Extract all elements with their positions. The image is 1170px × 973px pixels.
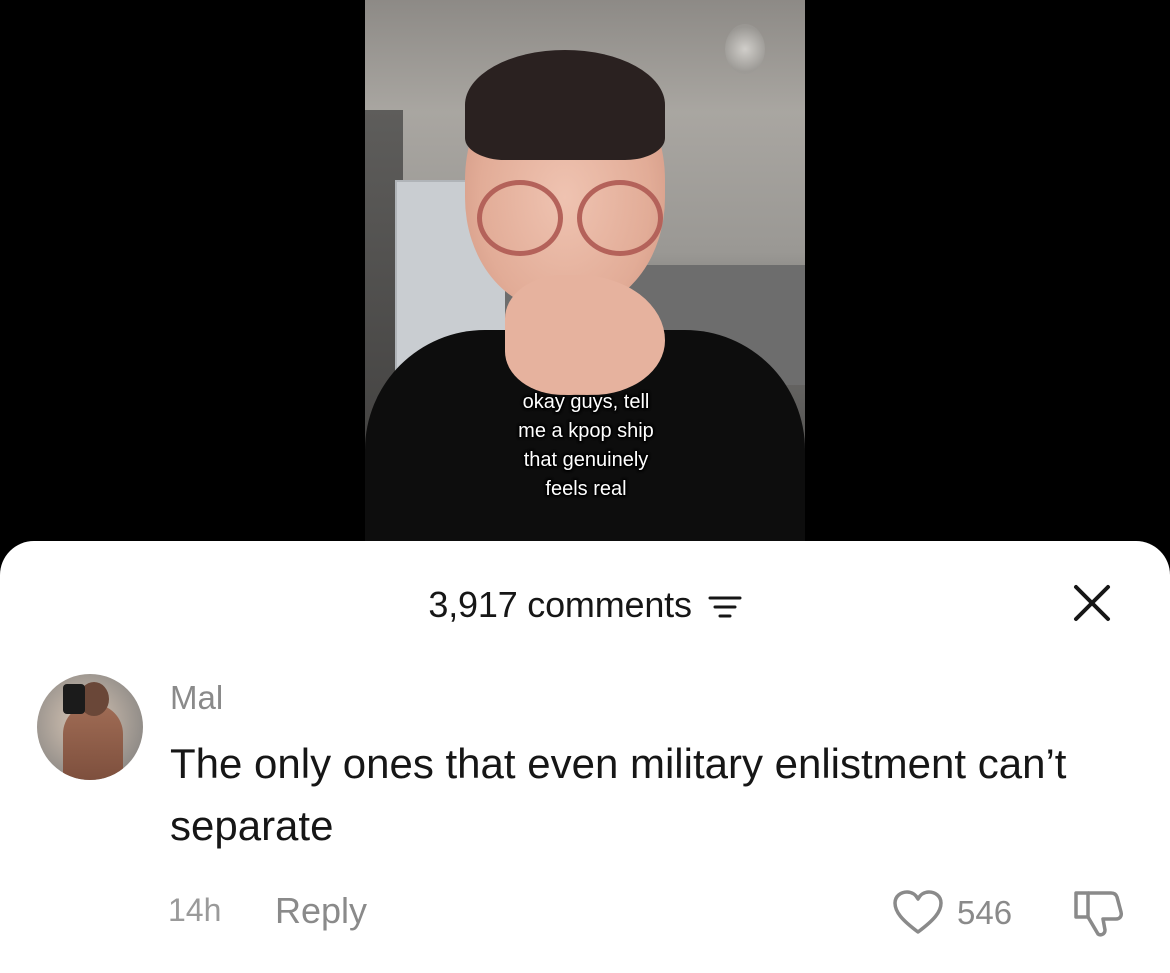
thumbs-down-icon[interactable] [1068, 887, 1126, 939]
like-count: 546 [957, 894, 1013, 931]
close-icon[interactable] [1072, 583, 1112, 623]
comments-count: 3,917 comments [428, 584, 692, 626]
heart-icon[interactable] [892, 890, 944, 936]
comments-sheet: 3,917 comments Mal The only ones that ev… [0, 541, 1170, 973]
comment-text: The only ones that even military enlistm… [170, 740, 1067, 849]
video-person-glasses-right [577, 180, 663, 256]
caption-line: that genuinely [523, 449, 649, 471]
filter-icon[interactable] [708, 594, 742, 620]
video-scene-lamp [725, 24, 765, 74]
comment-timestamp: 14h [168, 892, 222, 928]
avatar-phone [63, 684, 85, 714]
caption-line: feels real [545, 478, 627, 500]
comments-header: 3,917 comments [0, 582, 1170, 626]
video-person-hair [465, 50, 665, 160]
video-backdrop: okay guys, tell me a kpop ship that genu… [0, 0, 1170, 560]
video-caption: okay guys, tell me a kpop ship that genu… [498, 388, 674, 504]
avatar[interactable] [37, 674, 143, 780]
comment-username[interactable]: Mal [170, 679, 223, 717]
caption-line: me a kpop ship [518, 420, 654, 442]
video-person-glasses-left [477, 180, 563, 256]
reply-button[interactable]: Reply [275, 890, 367, 932]
caption-line: okay guys, tell [522, 391, 650, 413]
